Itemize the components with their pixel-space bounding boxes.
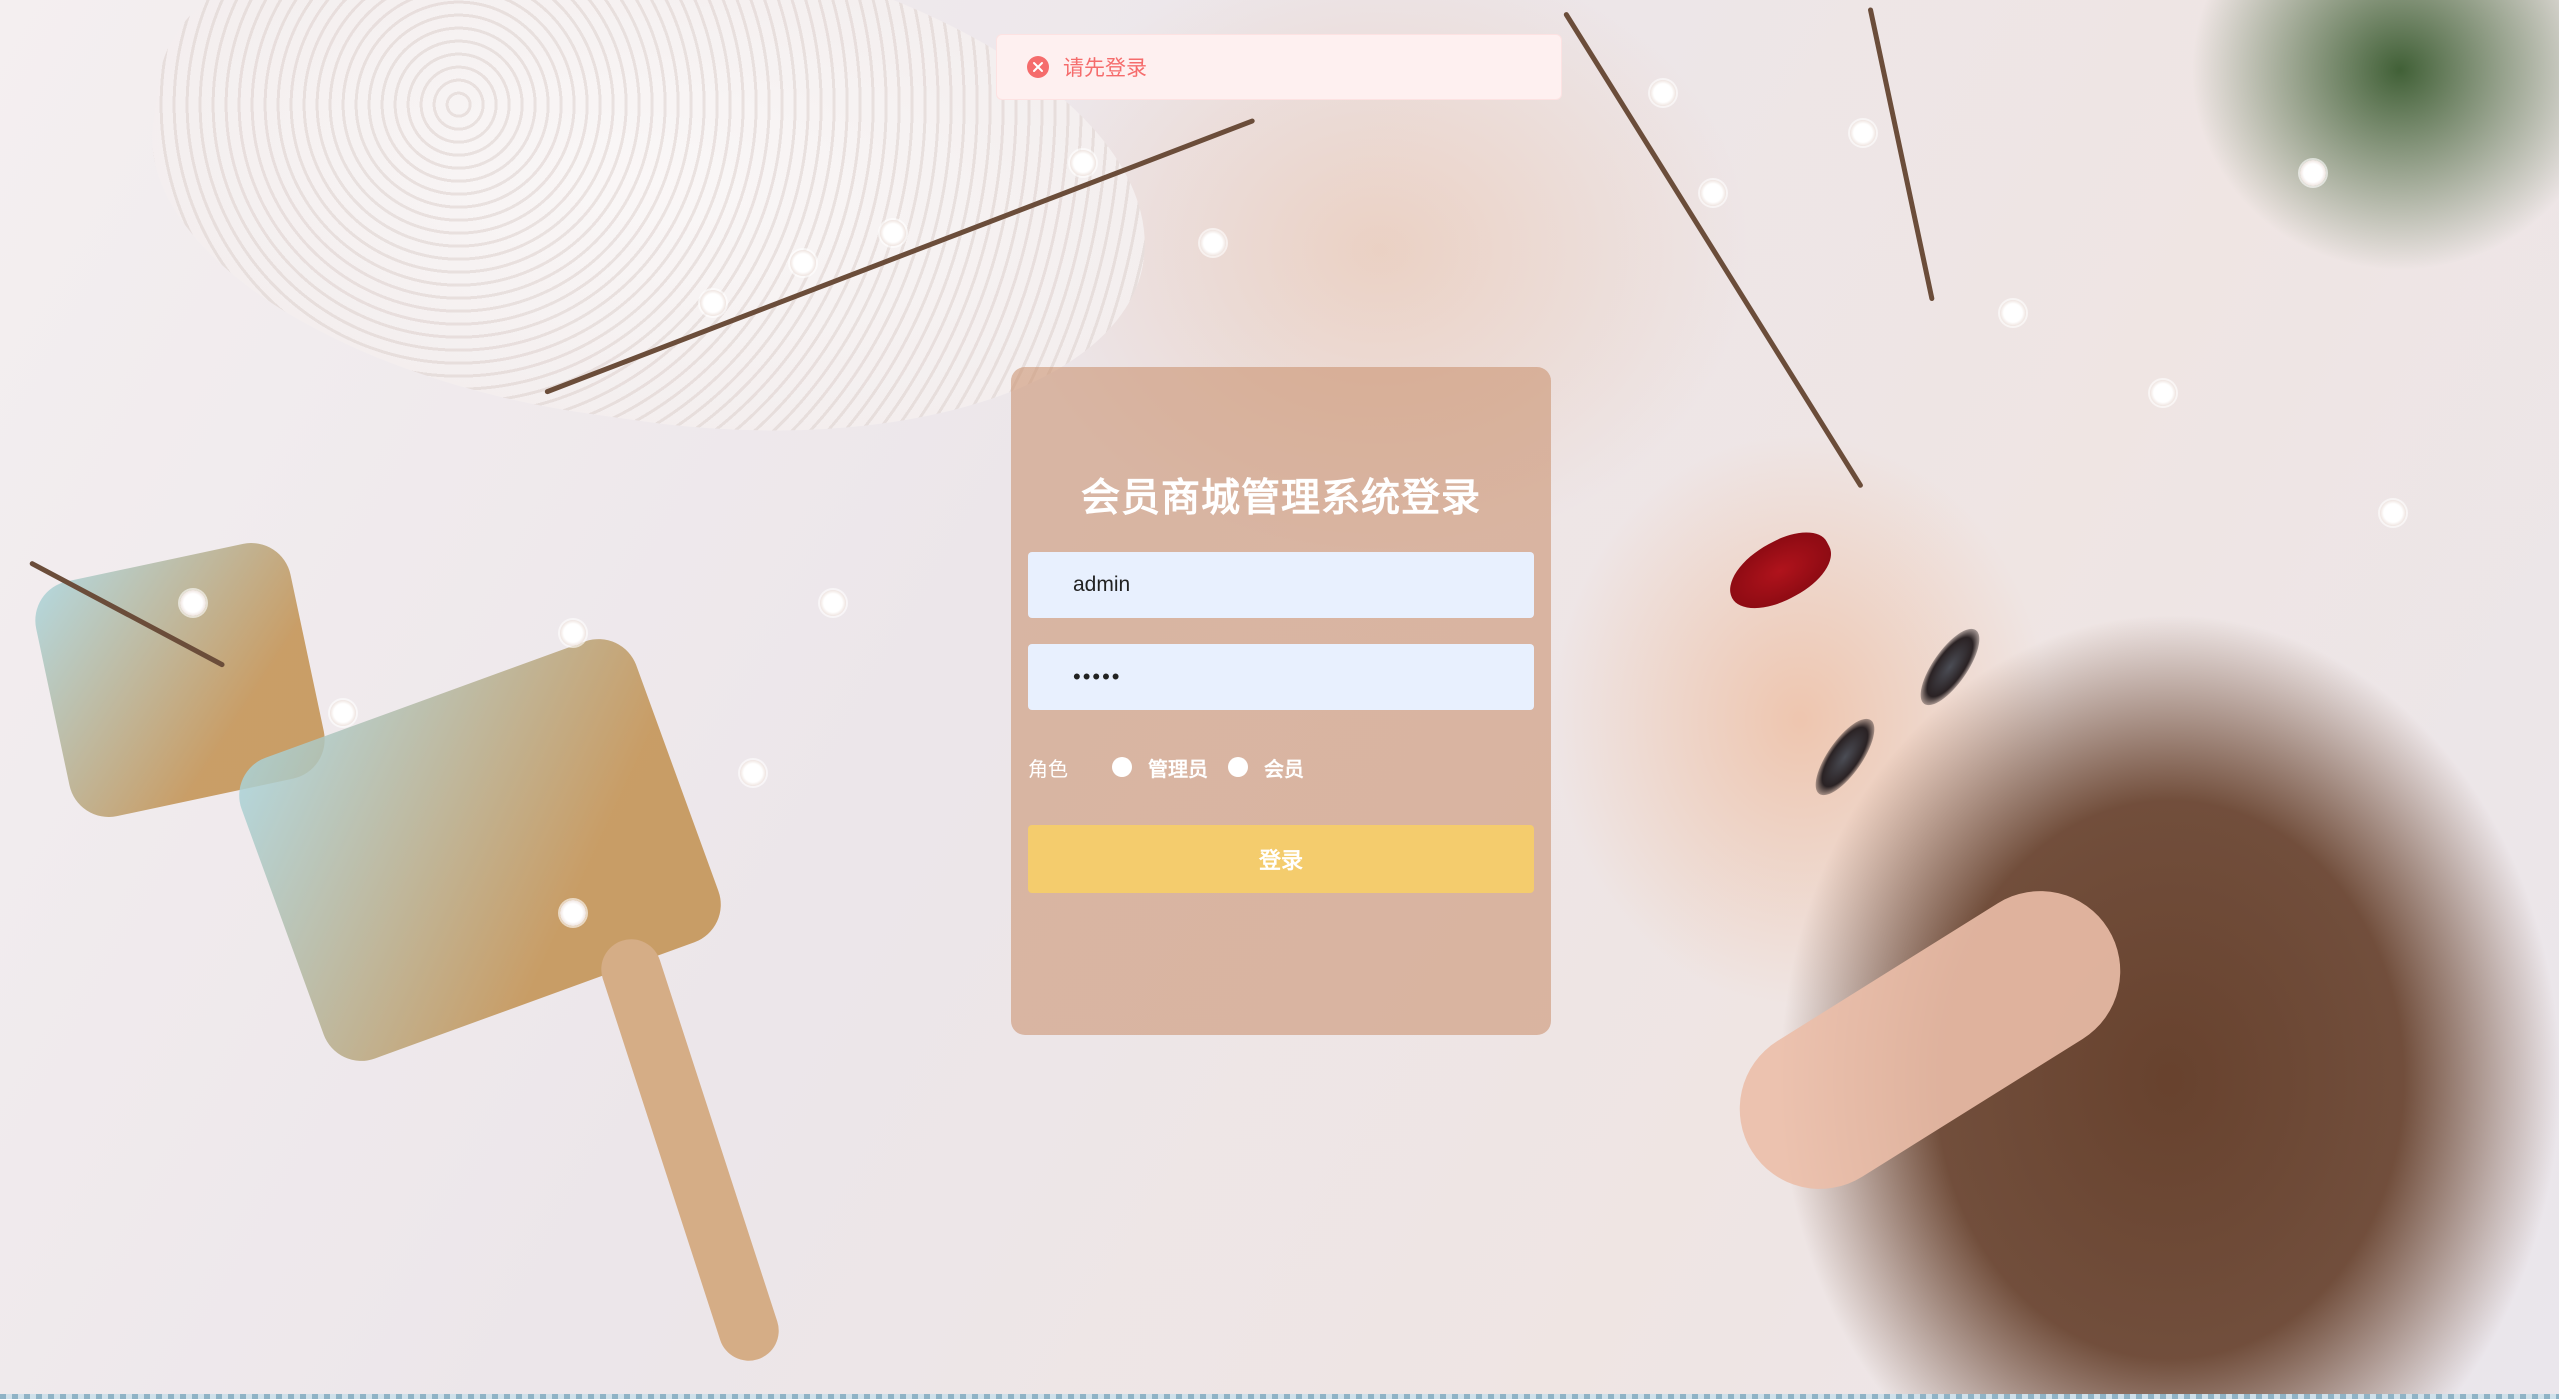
background-blossom-decoration bbox=[2150, 380, 2176, 406]
background-blossom-decoration bbox=[1850, 120, 1876, 146]
background-eye-decoration bbox=[1805, 710, 1885, 804]
background-branch-decoration bbox=[1867, 6, 1935, 302]
error-toast: 请先登录 bbox=[996, 34, 1562, 100]
username-input[interactable]: admin bbox=[1028, 552, 1534, 618]
role-label: 角色 bbox=[1028, 756, 1068, 781]
background-blossom-decoration bbox=[1070, 150, 1096, 176]
login-title: 会员商城管理系统登录 bbox=[1080, 476, 1481, 521]
background-blossom-decoration bbox=[880, 220, 906, 246]
background-branch-decoration bbox=[1562, 11, 1864, 489]
background-blossom-decoration bbox=[2000, 300, 2026, 326]
role-selector: 角色 管理员 会员 bbox=[1028, 751, 1324, 783]
background-blossom-decoration bbox=[560, 620, 586, 646]
background-blossom-decoration bbox=[790, 250, 816, 276]
background-blossom-decoration bbox=[740, 760, 766, 786]
login-panel: 会员商城管理系统登录 admin ••••• 角色 管理员 会员 登录 bbox=[1011, 367, 1551, 1035]
background-blossom-decoration bbox=[2380, 500, 2406, 526]
role-option-label[interactable]: 会员 bbox=[1264, 753, 1304, 782]
background-blossom-decoration bbox=[2300, 160, 2326, 186]
toast-message: 请先登录 bbox=[1063, 56, 1147, 80]
role-option-label[interactable]: 管理员 bbox=[1148, 753, 1208, 782]
role-option-admin[interactable]: 管理员 bbox=[1112, 753, 1208, 782]
close-circle-icon bbox=[1027, 56, 1049, 78]
password-input[interactable]: ••••• bbox=[1028, 644, 1534, 710]
background-blossom-decoration bbox=[1700, 180, 1726, 206]
radio-button-icon[interactable] bbox=[1228, 757, 1248, 777]
background-eye-decoration bbox=[1910, 620, 1990, 714]
radio-button-icon[interactable] bbox=[1112, 757, 1132, 777]
background-blossom-decoration bbox=[820, 590, 846, 616]
background-blossom-decoration bbox=[1650, 80, 1676, 106]
login-page: 请先登录 会员商城管理系统登录 admin ••••• 角色 管理员 会员 登录 bbox=[0, 0, 2559, 1399]
background-strap-decoration bbox=[593, 931, 787, 1369]
background-lips-decoration bbox=[1717, 519, 1843, 623]
background-hand-decoration bbox=[1709, 860, 2151, 1220]
background-blossom-decoration bbox=[180, 590, 206, 616]
background-blossom-decoration bbox=[330, 700, 356, 726]
background-blossom-decoration bbox=[560, 900, 586, 926]
background-blossom-decoration bbox=[1200, 230, 1226, 256]
login-button[interactable]: 登录 bbox=[1028, 825, 1534, 893]
bottom-border bbox=[0, 1394, 2559, 1399]
role-option-member[interactable]: 会员 bbox=[1228, 753, 1304, 782]
background-blossom-decoration bbox=[700, 290, 726, 316]
